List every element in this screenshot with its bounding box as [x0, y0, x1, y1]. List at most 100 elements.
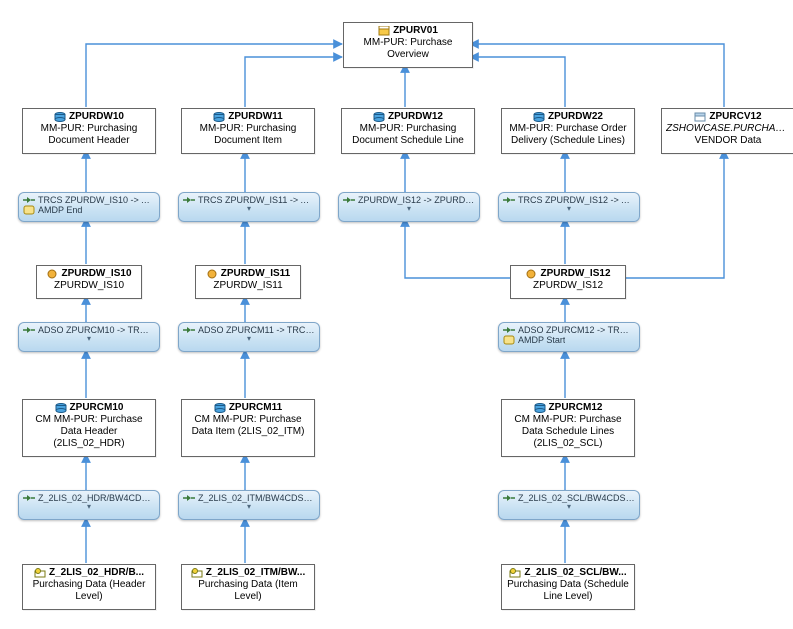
- transformation-node[interactable]: ZPURDW_IS12 -> ZPURDW12 ▾: [338, 192, 480, 222]
- chevron-down-icon: ▾: [183, 334, 315, 343]
- transformation-node[interactable]: TRCS ZPURDW_IS12 -> ADSO... ▾: [498, 192, 640, 222]
- infosource-node[interactable]: ZPURDW_IS12 ZPURDW_IS12: [510, 265, 626, 299]
- node-desc: MM-PUR: Purchasing Document Header: [27, 123, 151, 147]
- chevron-down-icon: ▾: [503, 204, 635, 213]
- transformation-icon: [183, 195, 195, 205]
- datasource-node[interactable]: Z_2LIS_02_ITM/BW... Purchasing Data (Ite…: [181, 564, 315, 610]
- adso-node[interactable]: ZPURDW22 MM-PUR: Purchase Order Delivery…: [501, 108, 635, 154]
- transformation-node[interactable]: ADSO ZPURCM11 -> TRCS ZP... ▾: [178, 322, 320, 352]
- node-desc: MM-PUR: Purchase Overview: [348, 37, 468, 61]
- trans-label: ZPURDW_IS12 -> ZPURDW12: [358, 195, 475, 205]
- chevron-down-icon: ▾: [23, 334, 155, 343]
- trans-sub: AMDP End: [38, 205, 82, 215]
- chevron-down-icon: ▾: [23, 502, 155, 511]
- trans-sub: AMDP Start: [518, 335, 565, 345]
- node-desc2: VENDOR Data: [666, 135, 790, 147]
- node-desc: CM MM-PUR: Purchase Data Item (2LIS_02_I…: [186, 414, 310, 438]
- transformation-icon: [23, 195, 35, 205]
- trans-label: TRCS ZPURDW_IS12 -> ADSO...: [518, 195, 635, 205]
- adso-node[interactable]: ZPURDW11 MM-PUR: Purchasing Document Ite…: [181, 108, 315, 154]
- node-title: ZPURV01: [393, 25, 438, 37]
- datasource-node[interactable]: Z_2LIS_02_HDR/B... Purchasing Data (Head…: [22, 564, 156, 610]
- transformation-icon: [183, 325, 195, 335]
- chevron-down-icon: ▾: [183, 204, 315, 213]
- transformation-node[interactable]: ADSO ZPURCM12 -> TRCS ZP... AMDP Start: [498, 322, 640, 352]
- node-title: ZPURDW_IS10: [61, 268, 131, 280]
- node-title: ZPURDW10: [69, 111, 124, 123]
- chevron-down-icon: ▾: [183, 502, 315, 511]
- transformation-icon: [503, 325, 515, 335]
- trans-label: TRCS ZPURDW_IS11 -> ADSO...: [198, 195, 315, 205]
- node-desc: Purchasing Data (Header Level): [27, 579, 151, 603]
- trans-label: Z_2LIS_02_HDR/BW4CDS -> Z...: [38, 493, 155, 503]
- adso-node[interactable]: ZPURCM11 CM MM-PUR: Purchase Data Item (…: [181, 399, 315, 457]
- node-title: Z_2LIS_02_HDR/B...: [49, 567, 144, 579]
- adso-icon: [534, 403, 546, 413]
- transformation-icon: [343, 195, 355, 205]
- calc-view-icon: [694, 112, 706, 122]
- chevron-down-icon: ▾: [343, 204, 475, 213]
- node-title: ZPURDW_IS12: [540, 268, 610, 280]
- transformation-node[interactable]: Z_2LIS_02_ITM/BW4CDS -> Z... ▾: [178, 490, 320, 520]
- node-title: ZPURCM11: [229, 402, 282, 414]
- adso-node[interactable]: ZPURCM12 CM MM-PUR: Purchase Data Schedu…: [501, 399, 635, 457]
- trans-label: Z_2LIS_02_ITM/BW4CDS -> Z...: [198, 493, 315, 503]
- virtual-provider-node[interactable]: ZPURV01 MM-PUR: Purchase Overview: [343, 22, 473, 68]
- transformation-icon: [183, 493, 195, 503]
- infosource-icon: [46, 269, 58, 279]
- trans-label: Z_2LIS_02_SCL/BW4CDS -> Z...: [518, 493, 635, 503]
- node-title: ZPURDW11: [228, 111, 282, 123]
- node-desc: ZPURDW_IS12: [515, 280, 621, 292]
- infosource-node[interactable]: ZPURDW_IS11 ZPURDW_IS11: [195, 265, 301, 299]
- datasource-icon: [509, 568, 521, 578]
- transformation-icon: [503, 195, 515, 205]
- node-desc: ZPURDW_IS10: [41, 280, 137, 292]
- node-desc: MM-PUR: Purchase Order Delivery (Schedul…: [506, 123, 630, 147]
- amdp-icon: [503, 335, 515, 345]
- adso-icon: [54, 112, 66, 122]
- node-desc: MM-PUR: Purchasing Document Schedule Lin…: [346, 123, 470, 147]
- adso-icon: [213, 112, 225, 122]
- node-title: ZPURCV12: [709, 111, 761, 123]
- transformation-icon: [23, 325, 35, 335]
- adso-node[interactable]: ZPURDW12 MM-PUR: Purchasing Document Sch…: [341, 108, 475, 154]
- adso-icon: [373, 112, 385, 122]
- datasource-node[interactable]: Z_2LIS_02_SCL/BW... Purchasing Data (Sch…: [501, 564, 635, 610]
- transformation-icon: [503, 493, 515, 503]
- adso-node[interactable]: ZPURDW10 MM-PUR: Purchasing Document Hea…: [22, 108, 156, 154]
- node-title: ZPURCM12: [549, 402, 603, 414]
- trans-label: ADSO ZPURCM11 -> TRCS ZP...: [198, 325, 315, 335]
- node-title: Z_2LIS_02_ITM/BW...: [206, 567, 305, 579]
- infosource-icon: [525, 269, 537, 279]
- infosource-node[interactable]: ZPURDW_IS10 ZPURDW_IS10: [36, 265, 142, 299]
- transformation-node[interactable]: Z_2LIS_02_SCL/BW4CDS -> Z... ▾: [498, 490, 640, 520]
- transformation-node[interactable]: TRCS ZPURDW_IS10 -> ADSO... AMDP End: [18, 192, 160, 222]
- node-desc: Purchasing Data (Schedule Line Level): [506, 579, 630, 603]
- node-title: Z_2LIS_02_SCL/BW...: [524, 567, 626, 579]
- adso-icon: [55, 403, 67, 413]
- trans-label: ADSO ZPURCM12 -> TRCS ZP...: [518, 325, 635, 335]
- datasource-icon: [191, 568, 203, 578]
- transformation-icon: [23, 493, 35, 503]
- adso-node[interactable]: ZPURCM10 CM MM-PUR: Purchase Data Header…: [22, 399, 156, 457]
- node-title: ZPURDW_IS11: [221, 268, 290, 280]
- transformation-node[interactable]: TRCS ZPURDW_IS11 -> ADSO... ▾: [178, 192, 320, 222]
- datasource-icon: [34, 568, 46, 578]
- chevron-down-icon: ▾: [503, 502, 635, 511]
- node-desc: MM-PUR: Purchasing Document Item: [186, 123, 310, 147]
- node-title: ZPURDW12: [388, 111, 443, 123]
- trans-label: ADSO ZPURCM10 -> TRCS ZP...: [38, 325, 155, 335]
- calc-view-node[interactable]: ZPURCV12 ZSHOWCASE.PURCHASI... VENDOR Da…: [661, 108, 793, 154]
- adso-icon: [214, 403, 226, 413]
- node-desc: ZPURDW_IS11: [200, 280, 296, 292]
- node-desc: CM MM-PUR: Purchase Data Schedule Lines …: [506, 414, 630, 450]
- amdp-icon: [23, 205, 35, 215]
- trans-label: TRCS ZPURDW_IS10 -> ADSO...: [38, 195, 155, 205]
- adso-icon: [533, 112, 545, 122]
- transformation-node[interactable]: ADSO ZPURCM10 -> TRCS ZP... ▾: [18, 322, 160, 352]
- node-desc: ZSHOWCASE.PURCHASI...: [666, 123, 790, 135]
- node-title: ZPURDW22: [548, 111, 603, 123]
- node-desc: Purchasing Data (Item Level): [186, 579, 310, 603]
- transformation-node[interactable]: Z_2LIS_02_HDR/BW4CDS -> Z... ▾: [18, 490, 160, 520]
- node-desc: CM MM-PUR: Purchase Data Header (2LIS_02…: [27, 414, 151, 450]
